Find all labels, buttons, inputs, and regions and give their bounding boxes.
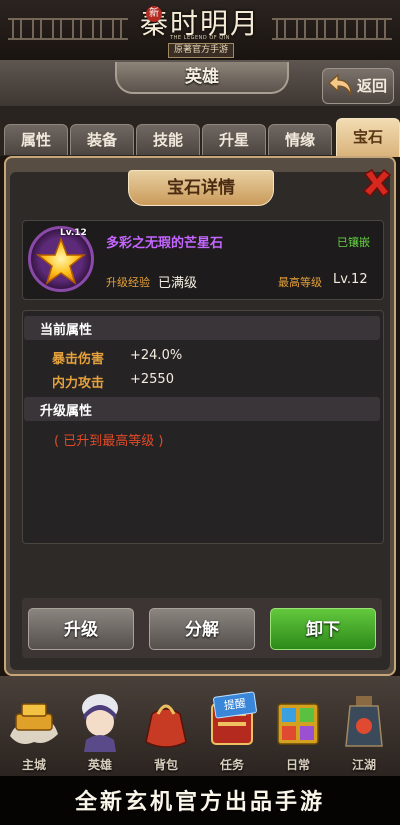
panel-title: 宝石详情	[128, 170, 274, 206]
nav-daily[interactable]: 日常	[266, 690, 330, 774]
back-button-label: 返回	[357, 77, 388, 95]
tab-star-up[interactable]: 升星	[202, 124, 266, 155]
max-level-value: Lv.12	[333, 272, 368, 287]
main-city-icon	[10, 703, 58, 744]
nav-label: 主城	[21, 758, 46, 772]
current-attrs-title: 当前属性	[40, 323, 93, 338]
nav-hero[interactable]: 英雄	[68, 690, 132, 774]
max-level-label: 最高等级	[278, 276, 322, 289]
decompose-button[interactable]: 分解	[149, 608, 255, 650]
back-button[interactable]: 返回	[322, 68, 394, 104]
tab-gems[interactable]: 宝石	[336, 118, 400, 157]
footer-slogan: 全新玄机官方出品手游	[74, 789, 325, 815]
banner-ornament-right	[272, 18, 392, 40]
hero-icon	[82, 694, 118, 752]
tab-skills[interactable]: 技能	[136, 124, 200, 155]
unequip-button[interactable]: 卸下	[270, 608, 376, 650]
bag-icon	[145, 704, 187, 748]
attr-name: 暴击伤害	[52, 352, 105, 367]
logo-subtitle: 原著官方手游	[168, 43, 234, 58]
attr-value: +24.0%	[130, 348, 183, 363]
nav-label: 江湖	[351, 758, 376, 772]
attr-name: 内力攻击	[52, 376, 105, 391]
gem-status: 已镶嵌	[337, 236, 370, 249]
attributes-panel	[22, 310, 384, 544]
star-gem-icon	[35, 236, 87, 285]
xp-value: 已满级	[158, 276, 198, 291]
nav-label: 日常	[285, 758, 310, 772]
nav-label: 背包	[153, 758, 178, 772]
jianghu-icon	[345, 696, 383, 747]
tab-bonds[interactable]: 情缘	[268, 124, 332, 155]
gem-name: 多彩之无瑕的芒星石	[106, 236, 224, 251]
nav-label: 任务	[219, 758, 244, 772]
tab-equipment[interactable]: 装备	[70, 124, 134, 155]
nav-bag[interactable]: 背包	[134, 690, 198, 774]
max-level-note: ( 已升到最高等级 )	[54, 434, 164, 449]
game-logo: 秦时明月 新 THE LEGEND OF QIN 原著官方手游	[140, 2, 260, 58]
logo-new-badge: 新	[146, 6, 162, 22]
upgrade-attrs-title: 升级属性	[40, 404, 93, 419]
nav-main-city[interactable]: 主城	[2, 690, 66, 774]
page-title: 英雄	[115, 62, 289, 94]
back-arrow-icon	[328, 73, 352, 96]
xp-label: 升级经验	[106, 276, 150, 289]
tab-attributes[interactable]: 属性	[4, 124, 68, 155]
nav-jianghu[interactable]: 江湖	[332, 690, 396, 774]
gem-level-badge: Lv.12	[60, 228, 87, 238]
upgrade-button[interactable]: 升级	[28, 608, 134, 650]
banner-ornament-left	[8, 18, 128, 40]
nav-label: 英雄	[87, 758, 112, 772]
attr-value: +2550	[130, 372, 174, 387]
daily-icon	[277, 703, 319, 745]
close-icon[interactable]	[360, 166, 394, 200]
logo-english-subtitle: THE LEGEND OF QIN	[170, 35, 230, 41]
